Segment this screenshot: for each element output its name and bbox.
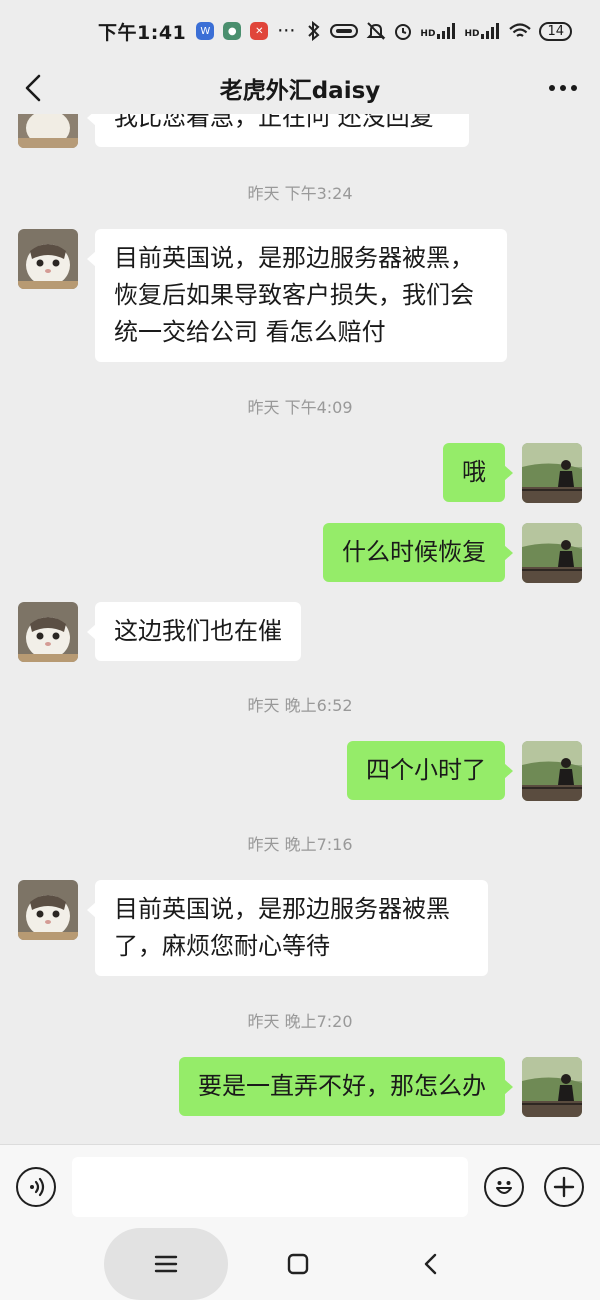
- contact-avatar[interactable]: [18, 880, 78, 940]
- message-timestamp: 昨天 下午3:24: [247, 184, 353, 203]
- plus-icon: [553, 1176, 575, 1198]
- voice-icon: [30, 1177, 45, 1197]
- message-text: 什么时候恢复: [342, 538, 486, 566]
- message-input[interactable]: [72, 1157, 468, 1217]
- more-dots-icon: [549, 85, 577, 91]
- message-text: 这边我们也在催: [114, 617, 282, 645]
- wechat-notification-icon: ●: [223, 22, 242, 40]
- system-navigation-bar: [0, 1228, 600, 1300]
- message-bubble-clipped[interactable]: 我比您着急，正在问 还没回复: [87, 114, 469, 147]
- home-square-icon: [287, 1253, 309, 1275]
- emoji-button[interactable]: [484, 1167, 524, 1207]
- message-bubble-self[interactable]: 什么时候恢复: [323, 523, 513, 582]
- message-bubble[interactable]: 目前英国说，是那边服务器被黑， 恢复后如果导致客户损失，我们会 统一交给公司 看…: [87, 229, 507, 362]
- mute-icon: [367, 22, 386, 40]
- back-button[interactable]: [18, 72, 48, 104]
- wifi-icon: [509, 23, 532, 37]
- emoji-icon: [496, 1181, 512, 1194]
- alarm-icon: [395, 24, 412, 40]
- nav-back-button[interactable]: [416, 1250, 444, 1278]
- self-avatar[interactable]: [522, 1057, 582, 1117]
- message-text: 我比您着急，正在问 还没回复: [114, 114, 434, 131]
- message-list[interactable]: 我比您着急，正在问 还没回复 昨天 下午3:24 目前英国说，是那边服务器被黑，…: [0, 114, 600, 1144]
- app-notification-icon: W: [196, 22, 215, 40]
- self-avatar[interactable]: [522, 523, 582, 583]
- self-avatar[interactable]: [522, 443, 582, 503]
- system-icons: HD HD 14: [306, 21, 572, 41]
- contact-avatar[interactable]: [18, 602, 78, 662]
- message-timestamp: 昨天 晚上7:20: [247, 1012, 353, 1031]
- message-bubble[interactable]: 这边我们也在催: [87, 602, 301, 661]
- nfc-icon: [330, 24, 359, 38]
- menu-nav-icon: [150, 1252, 182, 1276]
- input-bar: [0, 1144, 600, 1228]
- battery-indicator: 14: [539, 21, 572, 41]
- notification-icons: W ● ✕ ···: [196, 20, 295, 42]
- self-avatar[interactable]: [522, 741, 582, 801]
- message-text: 四个小时了: [366, 756, 486, 784]
- status-time: 下午1:41: [98, 21, 187, 44]
- bluetooth-icon: [308, 21, 320, 41]
- more-options-button[interactable]: [546, 72, 580, 104]
- signal-1-icon: HD: [420, 23, 457, 39]
- message-timestamp: 昨天 下午4:09: [247, 398, 353, 417]
- contact-avatar[interactable]: [18, 114, 78, 148]
- message-text-line: 目前英国说，是那边服务器被黑，: [114, 244, 474, 272]
- more-notifications-icon: ···: [277, 20, 296, 42]
- app2-notification-icon: ✕: [250, 22, 269, 40]
- message-bubble[interactable]: 目前英国说，是那边服务器被黑 了，麻烦您耐心等待: [87, 880, 488, 976]
- signal-2-icon: HD: [464, 23, 501, 39]
- message-text-line: 目前英国说，是那边服务器被黑: [114, 895, 450, 923]
- contact-avatar[interactable]: [18, 229, 78, 289]
- message-text: 要是一直弄不好，那怎么办: [198, 1072, 486, 1100]
- message-timestamp: 昨天 晚上7:16: [247, 835, 353, 854]
- message-text-line: 恢复后如果导致客户损失，我们会: [114, 281, 474, 309]
- chat-header: 老虎外汇daisy: [0, 62, 600, 114]
- status-bar: 下午1:41 W ● ✕ ··· HD HD 14: [0, 0, 600, 62]
- message-text: 哦: [462, 458, 486, 486]
- home-button[interactable]: [284, 1250, 312, 1278]
- message-bubble-self[interactable]: 四个小时了: [347, 741, 513, 800]
- message-bubble-self[interactable]: 要是一直弄不好，那怎么办: [179, 1057, 513, 1116]
- chevron-left-icon: [25, 74, 41, 102]
- message-timestamp: 昨天 晚上6:52: [247, 696, 353, 715]
- add-button[interactable]: [544, 1167, 584, 1207]
- nav-back-icon: [424, 1253, 437, 1275]
- chat-title: 老虎外汇daisy: [219, 78, 381, 104]
- voice-button[interactable]: [16, 1167, 56, 1207]
- message-text-line: 统一交给公司 看怎么赔付: [114, 318, 386, 346]
- message-text-line: 了，麻烦您耐心等待: [114, 932, 330, 960]
- message-bubble-self[interactable]: 哦: [443, 443, 513, 502]
